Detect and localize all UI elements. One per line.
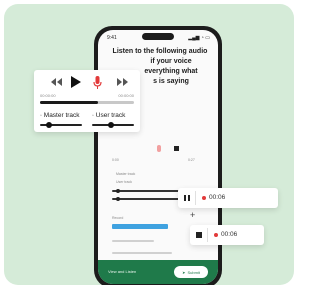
checkbox-icon[interactable]: ▫	[40, 113, 42, 119]
submit-label: Submit	[187, 269, 200, 275]
master-track-label: ▫ Master track	[40, 112, 80, 119]
mini-slider-knob[interactable]	[116, 197, 120, 201]
submit-button[interactable]: ➤ Submit	[174, 266, 208, 278]
mini-record-icon[interactable]	[157, 145, 161, 152]
phone-footer-bar: View and Listen ➤ Submit	[98, 260, 218, 284]
master-track-slider[interactable]	[40, 122, 82, 128]
clip-time: 00:06	[221, 231, 238, 238]
ghost-line	[112, 240, 154, 242]
illustration-tile: 9:41 ▂▄▆ ◔ ▭ Listen to the following aud…	[4, 4, 294, 285]
mini-user-label: User track	[116, 180, 132, 184]
audio-player-card: 00:00:00 00:00:00 ▫ Master track ▫ User tr…	[34, 70, 140, 132]
status-icons: ▂▄▆ ◔ ▭	[188, 35, 210, 41]
mini-time-start: 0:00	[112, 158, 119, 162]
pause-icon[interactable]	[184, 195, 190, 201]
user-track-label: ▫ User track	[92, 112, 126, 119]
ghost-line	[112, 252, 172, 254]
mini-stop-icon[interactable]	[174, 146, 179, 151]
divider	[207, 228, 208, 242]
add-clip-icon[interactable]: +	[190, 210, 195, 220]
skip-forward-icon[interactable]	[116, 77, 128, 87]
player-time-end: 00:00:00	[118, 93, 134, 98]
recording-dot-icon	[214, 233, 218, 237]
stop-icon[interactable]	[196, 232, 202, 238]
checkbox-icon[interactable]: ▫	[92, 113, 94, 119]
recording-dot-icon	[202, 196, 206, 200]
microphone-icon[interactable]	[92, 75, 102, 89]
mini-time-end: 0:27	[188, 158, 195, 162]
phone-notch	[142, 33, 174, 40]
prompt-line: if your voice	[150, 58, 192, 65]
clip-time: 00:06	[209, 194, 226, 201]
mini-slider-knob[interactable]	[116, 189, 120, 193]
recorded-clip-card[interactable]: 00:06	[178, 188, 278, 208]
player-time-start: 00:00:00	[40, 93, 56, 98]
master-track-knob[interactable]	[46, 122, 53, 128]
skip-back-icon[interactable]	[50, 77, 62, 87]
user-track-knob[interactable]	[107, 122, 114, 128]
recorded-clip-card[interactable]: 00:06	[190, 225, 264, 245]
divider	[195, 191, 196, 205]
play-icon[interactable]	[70, 76, 82, 88]
phone-screen: 9:41 ▂▄▆ ◔ ▭ Listen to the following aud…	[98, 30, 218, 284]
user-track-slider[interactable]	[92, 122, 134, 128]
prompt-line: Listen to the following audio	[112, 48, 208, 55]
phone-mockup: 9:41 ▂▄▆ ◔ ▭ Listen to the following aud…	[94, 26, 222, 285]
footer-left-text: View and Listen	[108, 269, 137, 274]
send-icon: ➤	[182, 269, 186, 275]
progress-fill	[40, 101, 99, 104]
mini-master-label: Master track	[116, 172, 136, 176]
selected-segment-bar[interactable]	[112, 224, 168, 229]
progress-bar[interactable]	[40, 101, 134, 104]
status-time: 9:41	[107, 35, 117, 41]
mini-record-label: Record	[112, 216, 124, 220]
